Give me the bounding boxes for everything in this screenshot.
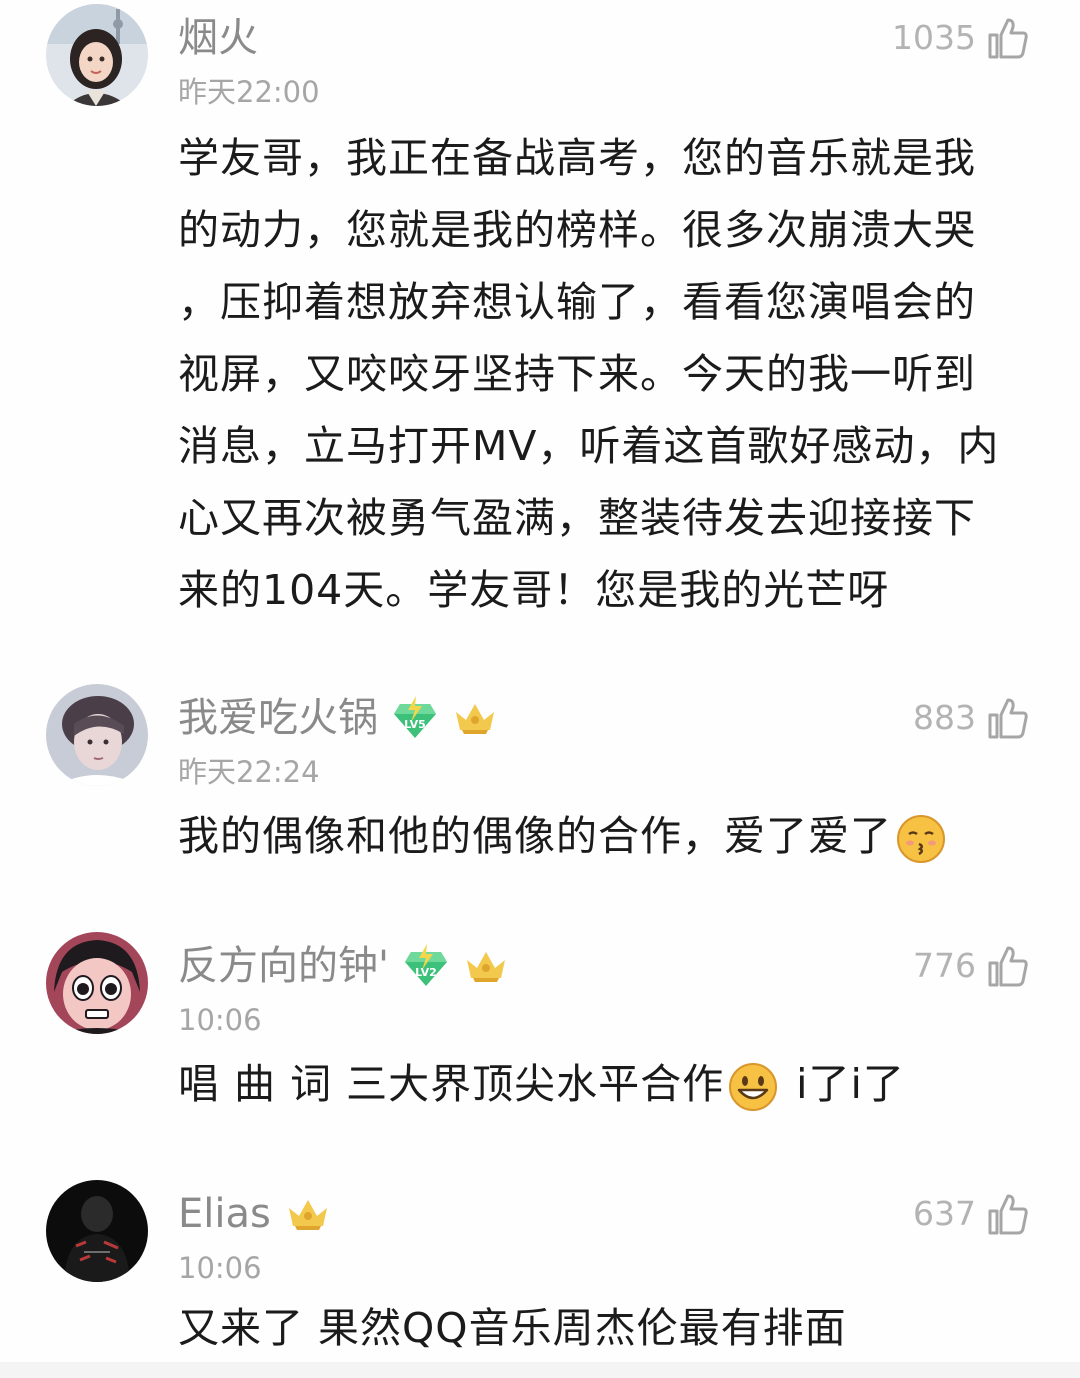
comment-text-line: 来的104天。学友哥！您是我的光芒呀 — [178, 566, 890, 614]
comment-text: 我的偶像和他的偶像的合作，爱了爱了 — [178, 800, 1038, 872]
comment-text-line: 学友哥，我正在备战高考，您的音乐就是我 — [178, 134, 976, 182]
comment-text: 又来了 果然QQ音乐周杰伦最有排面 — [178, 1292, 1038, 1364]
thumbs-up-icon[interactable] — [986, 16, 1030, 60]
comment-text-line: 的动力，您就是我的榜样。很多次崩溃大哭 — [178, 206, 976, 254]
comment-text-line: 消息，立马打开MV，听着这首歌好感动，内 — [178, 422, 1000, 470]
level-badge-lv5: LV5 — [392, 696, 438, 740]
thumbs-up-icon[interactable] — [986, 696, 1030, 740]
comment-time: 10:06 — [178, 1251, 262, 1285]
username[interactable]: 我爱吃火锅 — [178, 690, 378, 746]
avatar[interactable] — [46, 684, 148, 786]
like-control[interactable]: 637 — [913, 1186, 1030, 1242]
svg-text:LV2: LV2 — [415, 966, 437, 979]
like-control[interactable]: 776 — [913, 938, 1030, 994]
comment-text-line: 心又再次被勇气盈满，整装待发去迎接接下 — [178, 494, 976, 542]
like-control[interactable]: 1035 — [892, 10, 1030, 66]
thumbs-up-icon[interactable] — [986, 944, 1030, 988]
username[interactable]: 反方向的钟' — [178, 938, 389, 994]
crown-badge — [285, 1196, 331, 1232]
like-count: 883 — [913, 698, 976, 737]
comment-text-suffix: i了i了 — [796, 1060, 905, 1108]
crown-badge — [452, 700, 498, 736]
kissing-face-emoji — [896, 814, 946, 864]
smiling-face-emoji — [728, 1062, 778, 1112]
comment-header: 反方向的钟' LV2 — [178, 938, 509, 994]
avatar[interactable] — [46, 932, 148, 1034]
comment-time: 昨天22:24 — [178, 755, 320, 789]
username[interactable]: 烟火 — [178, 10, 258, 66]
crown-badge — [463, 948, 509, 984]
like-count: 637 — [913, 1194, 976, 1233]
bottom-edge — [0, 1362, 1080, 1378]
like-control[interactable]: 883 — [913, 690, 1030, 746]
comment-header: 我爱吃火锅 LV5 — [178, 690, 498, 746]
comment-header: 烟火 — [178, 10, 258, 66]
comment-text-content: 又来了 果然QQ音乐周杰伦最有排面 — [178, 1304, 847, 1352]
comment-text-content: 唱 曲 词 三大界顶尖水平合作 — [178, 1060, 725, 1108]
like-count: 776 — [913, 946, 976, 985]
comment-text: 学友哥，我正在备战高考，您的音乐就是我 的动力，您就是我的榜样。很多次崩溃大哭 … — [178, 122, 1038, 626]
avatar[interactable] — [46, 4, 148, 106]
comment-header: Elias — [178, 1186, 331, 1242]
comment-time: 10:06 — [178, 1003, 262, 1037]
comment-time: 昨天22:00 — [178, 75, 320, 109]
svg-text:LV5: LV5 — [404, 718, 426, 731]
thumbs-up-icon[interactable] — [986, 1192, 1030, 1236]
comment-text: 唱 曲 词 三大界顶尖水平合作 i了i了 — [178, 1048, 1038, 1120]
comment-text-content: 我的偶像和他的偶像的合作，爱了爱了 — [178, 812, 892, 860]
comment-text-line: 视屏，又咬咬牙坚持下来。今天的我一听到 — [178, 350, 976, 398]
like-count: 1035 — [892, 18, 976, 57]
avatar[interactable] — [46, 1180, 148, 1282]
level-badge-lv2: LV2 — [403, 944, 449, 988]
comment-text-line: ，压抑着想放弃想认输了，看看您演唱会的 — [178, 278, 976, 326]
username[interactable]: Elias — [178, 1186, 271, 1242]
